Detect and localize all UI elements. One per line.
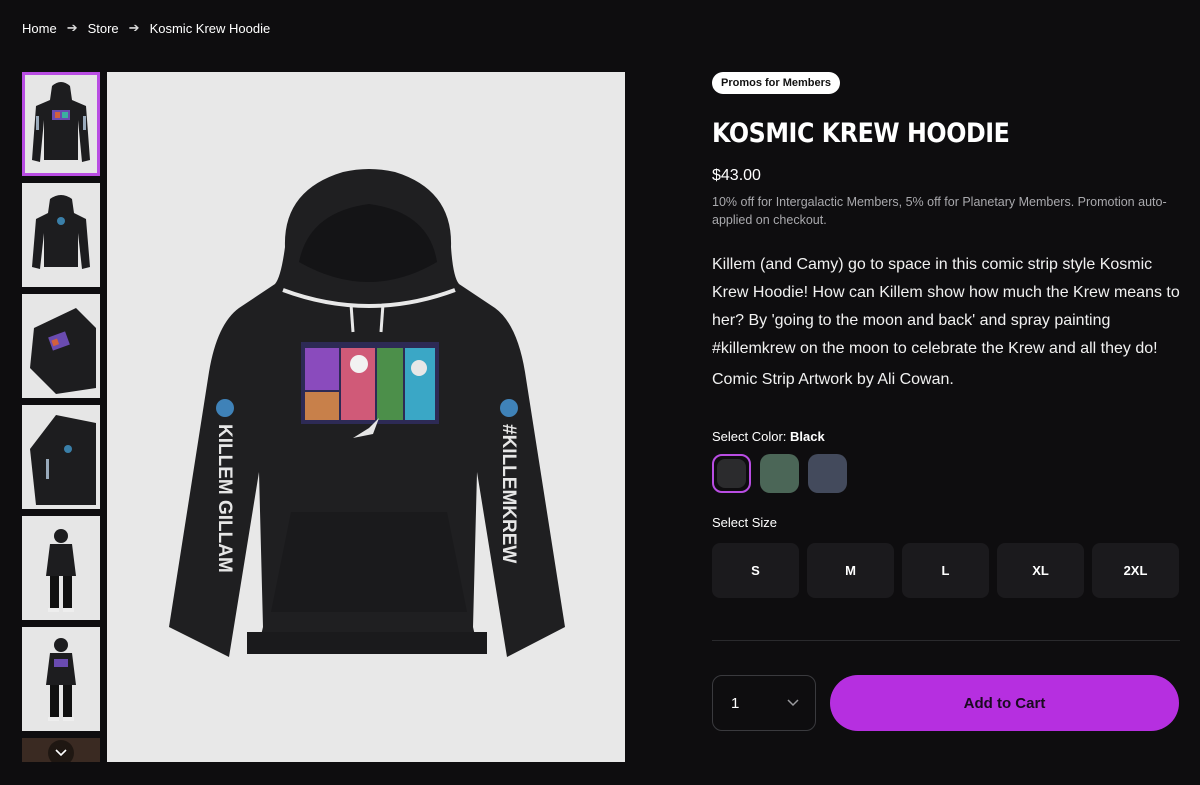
size-l-button[interactable]: L [902,543,989,598]
purchase-row: 1 Add to Cart [712,675,1180,731]
color-swatch-green[interactable] [760,454,799,493]
hoodie-illustration: KILLEM GILLAM #KILLEMKREW [169,169,565,657]
swatch-fill [717,459,746,488]
thumbnail-list [22,72,100,762]
hoodie-flat-image [30,308,96,394]
arrow-right-icon: ➔ [128,20,140,35]
color-swatch-black[interactable] [712,454,751,493]
chevron-down-icon[interactable] [48,740,74,762]
comic-print-graphic [301,342,439,438]
quantity-select[interactable]: 1 [712,675,816,731]
thumbnail-flat[interactable] [22,294,100,398]
product-price: $43.00 [712,167,761,184]
thumbnail-side[interactable] [22,405,100,509]
model-front-image [46,638,76,721]
color-label: Select Color: Black [712,429,825,444]
artwork-credit: Comic Strip Artwork by Ali Cowan. [712,371,954,388]
product-main-image: KILLEM GILLAM #KILLEMKREW [107,72,625,762]
size-label: Select Size [712,515,778,530]
thumbnail-model-back[interactable] [22,516,100,620]
hoodie-side-image [30,415,96,505]
product-title: KOSMIC KREW HOODIE [712,118,1010,149]
color-swatch-navy[interactable] [808,454,847,493]
selected-color: Black [790,429,825,444]
divider [712,640,1180,641]
breadcrumb: Home ➔ Store ➔ Kosmic Krew Hoodie [22,20,270,36]
model-back-image [46,529,76,612]
product-details: Promos for Members KOSMIC KREW HOODIE $4… [712,72,1180,731]
thumbnail-front[interactable] [22,72,100,176]
promo-badge: Promos for Members [712,72,841,94]
size-m-button[interactable]: M [807,543,894,598]
size-xl-button[interactable]: XL [997,543,1084,598]
thumbnail-closeup[interactable] [22,738,100,762]
thumbnail-model-front[interactable] [22,627,100,731]
breadcrumb-current: Kosmic Krew Hoodie [149,20,271,36]
chevron-down-icon [787,699,799,707]
hoodie-back-image [32,195,90,269]
product-description: Killem (and Camy) go to space in this co… [712,256,1180,357]
add-to-cart-button[interactable]: Add to Cart [830,675,1179,731]
quantity-value: 1 [731,694,740,712]
thumbnail-back[interactable] [22,183,100,287]
size-options: S M L XL 2XL [712,543,1180,598]
breadcrumb-store[interactable]: Store [88,21,119,36]
arrow-right-icon: ➔ [66,20,78,35]
breadcrumb-home[interactable]: Home [22,21,57,36]
promo-note: 10% off for Intergalactic Members, 5% of… [712,195,1167,227]
color-swatches [712,454,1180,493]
size-2xl-button[interactable]: 2XL [1092,543,1179,598]
size-s-button[interactable]: S [712,543,799,598]
svg-text:#KILLEMKREW: #KILLEMKREW [498,424,519,563]
hoodie-front-image [32,82,90,162]
svg-text:KILLEM GILLAM: KILLEM GILLAM [214,424,235,573]
